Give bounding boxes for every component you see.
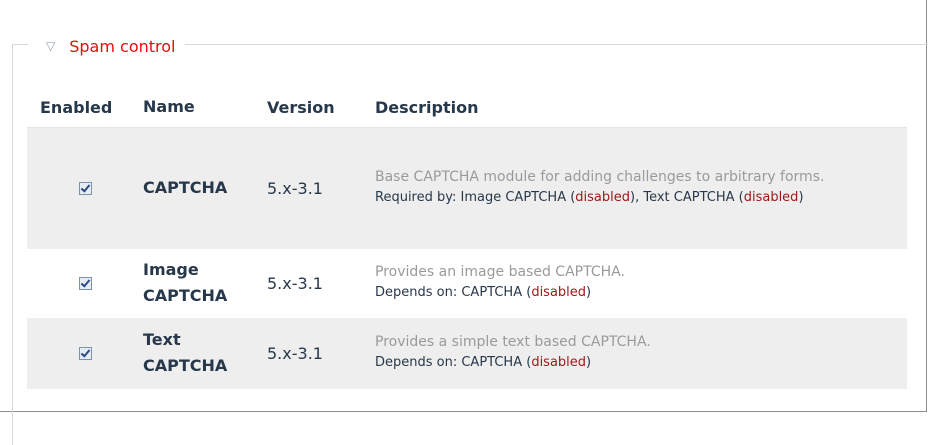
fieldset-title[interactable]: Spam control bbox=[69, 37, 175, 56]
enabled-cell bbox=[27, 248, 143, 318]
enabled-checkbox[interactable] bbox=[78, 346, 92, 360]
header-enabled: Enabled bbox=[27, 87, 143, 128]
collapse-triangle-icon[interactable]: ▽ bbox=[46, 40, 55, 52]
enabled-checkbox[interactable] bbox=[78, 181, 92, 195]
requirements-mid: ), Text CAPTCHA ( bbox=[630, 190, 744, 206]
module-description: Provides an image based CAPTCHA. bbox=[375, 264, 625, 280]
module-dependencies: Depends on: CAPTCHA (disabled) bbox=[375, 282, 907, 304]
table-row: Text CAPTCHA 5.x-3.1 Provides a simple t… bbox=[27, 317, 907, 389]
module-name-line: CAPTCHA bbox=[143, 356, 228, 375]
header-description: Description bbox=[375, 87, 907, 128]
status-disabled: disabled bbox=[743, 190, 799, 206]
dependencies-prefix: Depends on: CAPTCHA ( bbox=[375, 285, 532, 300]
module-description: Base CAPTCHA module for adding challenge… bbox=[375, 169, 825, 186]
status-disabled: disabled bbox=[575, 190, 631, 206]
module-name: Text CAPTCHA bbox=[143, 317, 267, 389]
fieldset-legend[interactable]: ▽ Spam control bbox=[28, 34, 186, 58]
module-dependencies: Depends on: CAPTCHA (disabled) bbox=[375, 352, 907, 374]
table-row: Image CAPTCHA 5.x-3.1 Provides an image … bbox=[27, 248, 907, 318]
enabled-cell bbox=[27, 127, 143, 249]
module-description: Provides a simple text based CAPTCHA. bbox=[375, 334, 651, 350]
module-description-cell: Provides a simple text based CAPTCHA. De… bbox=[375, 317, 907, 389]
dependencies-prefix: Depends on: CAPTCHA ( bbox=[375, 355, 532, 370]
module-description-cell: Base CAPTCHA module for adding challenge… bbox=[375, 127, 907, 249]
module-name-line: Text bbox=[143, 330, 181, 349]
status-disabled: disabled bbox=[531, 285, 587, 300]
table-row: CAPTCHA 5.x-3.1 Base CAPTCHA module for … bbox=[27, 127, 907, 249]
module-version: 5.x-3.1 bbox=[267, 127, 375, 249]
header-version: Version bbox=[267, 87, 375, 128]
module-requirements: Required by: Image CAPTCHA (disabled), T… bbox=[375, 187, 907, 209]
enabled-checkbox[interactable] bbox=[78, 276, 92, 290]
table-header-row: Enabled Name Version Description bbox=[27, 87, 907, 128]
module-description-cell: Provides an image based CAPTCHA. Depends… bbox=[375, 248, 907, 318]
module-version: 5.x-3.1 bbox=[267, 317, 375, 389]
module-name-line: Image bbox=[143, 260, 199, 279]
status-disabled: disabled bbox=[531, 355, 587, 370]
dependencies-suffix: ) bbox=[586, 285, 592, 300]
module-name: Image CAPTCHA bbox=[143, 248, 267, 318]
module-name-line: CAPTCHA bbox=[143, 286, 228, 305]
fieldset-border-right bbox=[898, 44, 928, 45]
requirements-suffix: ) bbox=[798, 190, 804, 206]
header-name: Name bbox=[143, 87, 267, 128]
requirements-prefix: Required by: Image CAPTCHA ( bbox=[375, 190, 576, 206]
modules-table: Enabled Name Version Description CAPTCHA… bbox=[27, 87, 907, 389]
dependencies-suffix: ) bbox=[586, 355, 592, 370]
enabled-cell bbox=[27, 317, 143, 389]
module-name: CAPTCHA bbox=[143, 127, 267, 249]
module-version: 5.x-3.1 bbox=[267, 248, 375, 318]
